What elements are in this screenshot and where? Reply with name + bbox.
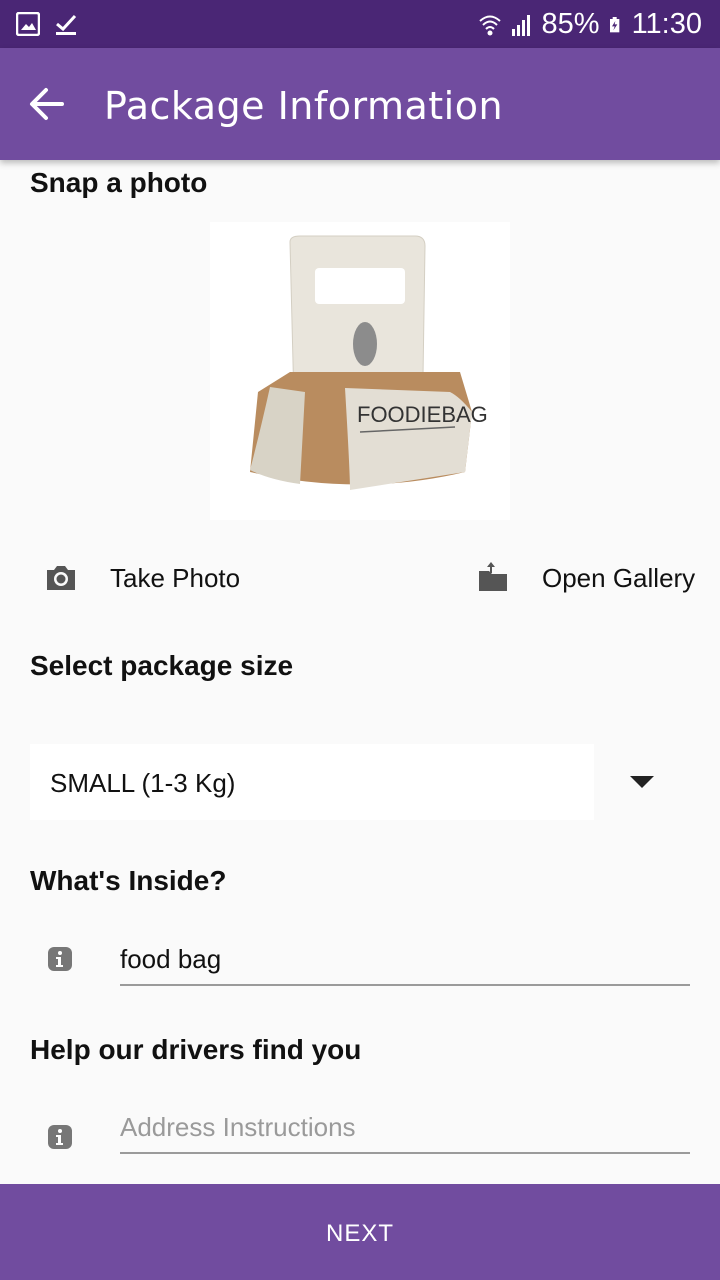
check-icon [56,14,77,35]
battery-icon [609,16,619,32]
info-icon [48,947,72,971]
whats-inside-heading: What's Inside? [30,865,227,896]
next-button[interactable]: NEXT [0,1184,720,1280]
app-bar: Package Information [0,48,720,160]
foodiebag-illustration: FOODIEBAG [250,235,488,490]
dropdown-arrow-icon[interactable] [630,776,654,788]
wifi-icon [478,15,501,35]
package-photo: FOODIEBAG [210,222,510,520]
page-title: Package Information [104,84,504,128]
info-icon [48,1125,72,1149]
open-gallery-label: Open Gallery [542,562,696,593]
camera-icon [47,566,75,590]
status-bar: 85% 11:30 [0,0,720,48]
photo-brand-text: FOODIEBAG [357,402,488,427]
folder-upload-icon [479,562,507,591]
drivers-find-heading: Help our drivers find you [30,1034,362,1065]
address-instructions-input[interactable]: Address Instructions [120,1104,690,1154]
take-photo-button[interactable]: Take Photo [44,556,240,600]
clock: 11:30 [631,8,702,40]
whats-inside-input[interactable]: food bag [120,936,690,986]
open-gallery-button[interactable]: Open Gallery [476,556,695,600]
snap-photo-heading: Snap a photo [30,167,208,198]
package-size-heading: Select package size [30,650,294,681]
image-icon [16,12,40,36]
signal-icon [511,14,530,36]
take-photo-label: Take Photo [110,562,241,593]
package-size-select[interactable]: SMALL (1-3 Kg) [30,744,594,820]
back-arrow-icon[interactable] [26,78,70,130]
battery-percent: 85% [541,8,600,40]
